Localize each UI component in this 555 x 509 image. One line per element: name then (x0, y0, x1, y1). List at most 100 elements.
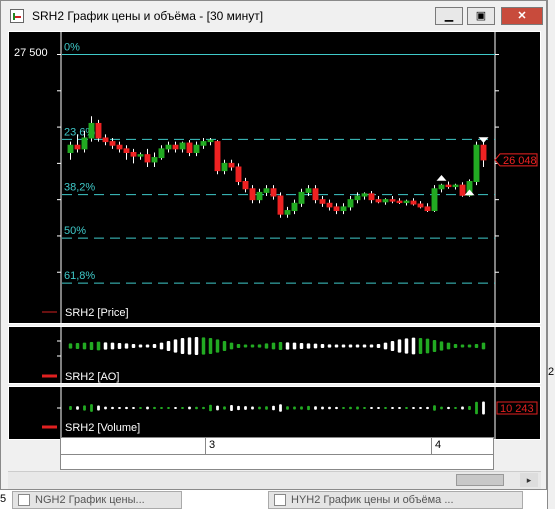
left-edge-digit: 5 (0, 493, 7, 505)
candle-down (144, 154, 151, 163)
candle-up (403, 200, 410, 204)
buy-signal-arrow-icon (436, 174, 447, 181)
volume-bar (433, 405, 436, 411)
ao-chart[interactable]: 0 -500 -0 -500 SRH2 [AO] (9, 327, 540, 383)
volume-bar (83, 405, 86, 411)
right-edge-digit: 2 (548, 366, 555, 378)
scroll-thumb[interactable] (456, 474, 504, 486)
ao-bar (446, 342, 451, 350)
fib-level-label: 61,8% (64, 270, 95, 282)
chart-app-icon[interactable] (10, 9, 24, 23)
ao-bar (453, 344, 458, 348)
ao-bar (215, 339, 220, 353)
volume-bar (475, 401, 478, 415)
candle-up (158, 148, 165, 159)
candle-down (214, 141, 221, 172)
background-window-tab-hyh2[interactable]: HYH2 График цены и объёма ... (268, 491, 523, 509)
close-button[interactable]: ✕ (501, 7, 543, 25)
price-legend-label: SRH2 [Price] (65, 307, 129, 319)
ao-bar (257, 344, 262, 348)
sell-signal-arrow-icon (478, 137, 489, 144)
ao-bar (278, 342, 283, 350)
volume-bar (111, 406, 114, 410)
ao-bar (383, 342, 388, 350)
ao-bar (243, 344, 248, 348)
candle-up (221, 162, 228, 172)
volume-bar (202, 406, 205, 410)
ao-bar (327, 344, 332, 348)
volume-bar (398, 407, 401, 409)
ao-right-tick-label: -500 (503, 351, 525, 363)
volume-bar (258, 406, 261, 410)
volume-bar (104, 406, 107, 410)
ao-bar (271, 342, 276, 350)
volume-bar (377, 407, 380, 409)
candle-up (298, 191, 305, 204)
price-tick-label: 24 500 (11, 267, 45, 279)
candle-down (417, 203, 424, 208)
volume-bar (139, 407, 142, 409)
ao-bar (68, 343, 73, 349)
ao-bar (411, 337, 416, 355)
price-tick-label: 26 500 (11, 122, 45, 134)
ao-pane[interactable]: 0 -500 -0 -500 SRH2 [AO] (8, 326, 541, 384)
ao-bar (117, 343, 122, 349)
minimize-button[interactable]: ▁ (435, 7, 463, 25)
candle-down (242, 181, 249, 190)
candle-down (445, 184, 452, 188)
ao-bar (369, 344, 374, 348)
ao-bar (75, 343, 80, 349)
right-edge-fragment (547, 0, 555, 509)
candle-down (235, 166, 242, 183)
horizontal-scrollbar[interactable]: ▸ (8, 471, 541, 489)
volume-bar (167, 407, 170, 409)
volume-pane[interactable]: 0010 243SRH2 [Volume] (8, 386, 541, 440)
volume-chart[interactable]: 0010 243SRH2 [Volume] (9, 387, 540, 439)
candle-down (326, 202, 333, 208)
candle-down (116, 144, 123, 150)
ao-bar (89, 342, 94, 350)
candle-down (410, 200, 417, 205)
price-right-tick-label: 25 000 (502, 231, 536, 243)
volume-bar (69, 405, 72, 411)
volume-bar (356, 406, 359, 410)
candle-down (228, 162, 235, 168)
candle-up (473, 144, 480, 183)
price-chart[interactable]: 27 500 27 000 27 000 26 500 26 500 26 000 26 0… (9, 32, 540, 323)
ao-bar (425, 338, 430, 354)
ao-bar (131, 344, 136, 348)
ao-bar (376, 344, 381, 348)
volume-bar (181, 407, 184, 409)
ao-bar (236, 344, 241, 348)
fib-level-label: 38,2% (64, 182, 95, 194)
window-title: SRH2 График цены и объёма - [30 минут] (32, 9, 264, 23)
time-label-3: 3 (209, 439, 216, 451)
scroll-right-arrow[interactable]: ▸ (520, 473, 538, 487)
volume-legend-label: SRH2 [Volume] (65, 422, 140, 434)
candle-down (480, 144, 487, 161)
volume-bar (230, 405, 233, 411)
title-bar[interactable]: SRH2 График цены и объёма - [30 минут] ▁… (1, 1, 546, 31)
ao-bar (180, 338, 185, 354)
background-window-tab-ngh2[interactable]: NGH2 График цены... (12, 491, 182, 509)
price-pane[interactable]: 27 500 27 000 27 000 26 500 26 500 26 000 26 0… (8, 31, 541, 324)
candle-up (431, 188, 438, 212)
volume-bar (279, 404, 282, 412)
ao-bar (173, 339, 178, 353)
price-axis-label-27500: 27 500 (14, 47, 48, 59)
ao-bar (201, 337, 206, 355)
candle-down (368, 193, 375, 201)
candle-up (193, 144, 200, 153)
candle-up (88, 122, 95, 139)
ao-legend-label: SRH2 [AO] (65, 371, 119, 383)
restore-button[interactable]: ▣ (467, 7, 495, 25)
volume-bar (265, 406, 268, 410)
candle-up (438, 184, 445, 190)
volume-bar (405, 407, 408, 409)
candle-down (102, 137, 109, 143)
volume-bar (363, 406, 366, 410)
price-right-tick-label: 24 500 (502, 267, 536, 279)
candle-down (74, 144, 81, 150)
ao-bar (138, 344, 143, 348)
ao-right-tick-label: -0 (503, 336, 513, 348)
